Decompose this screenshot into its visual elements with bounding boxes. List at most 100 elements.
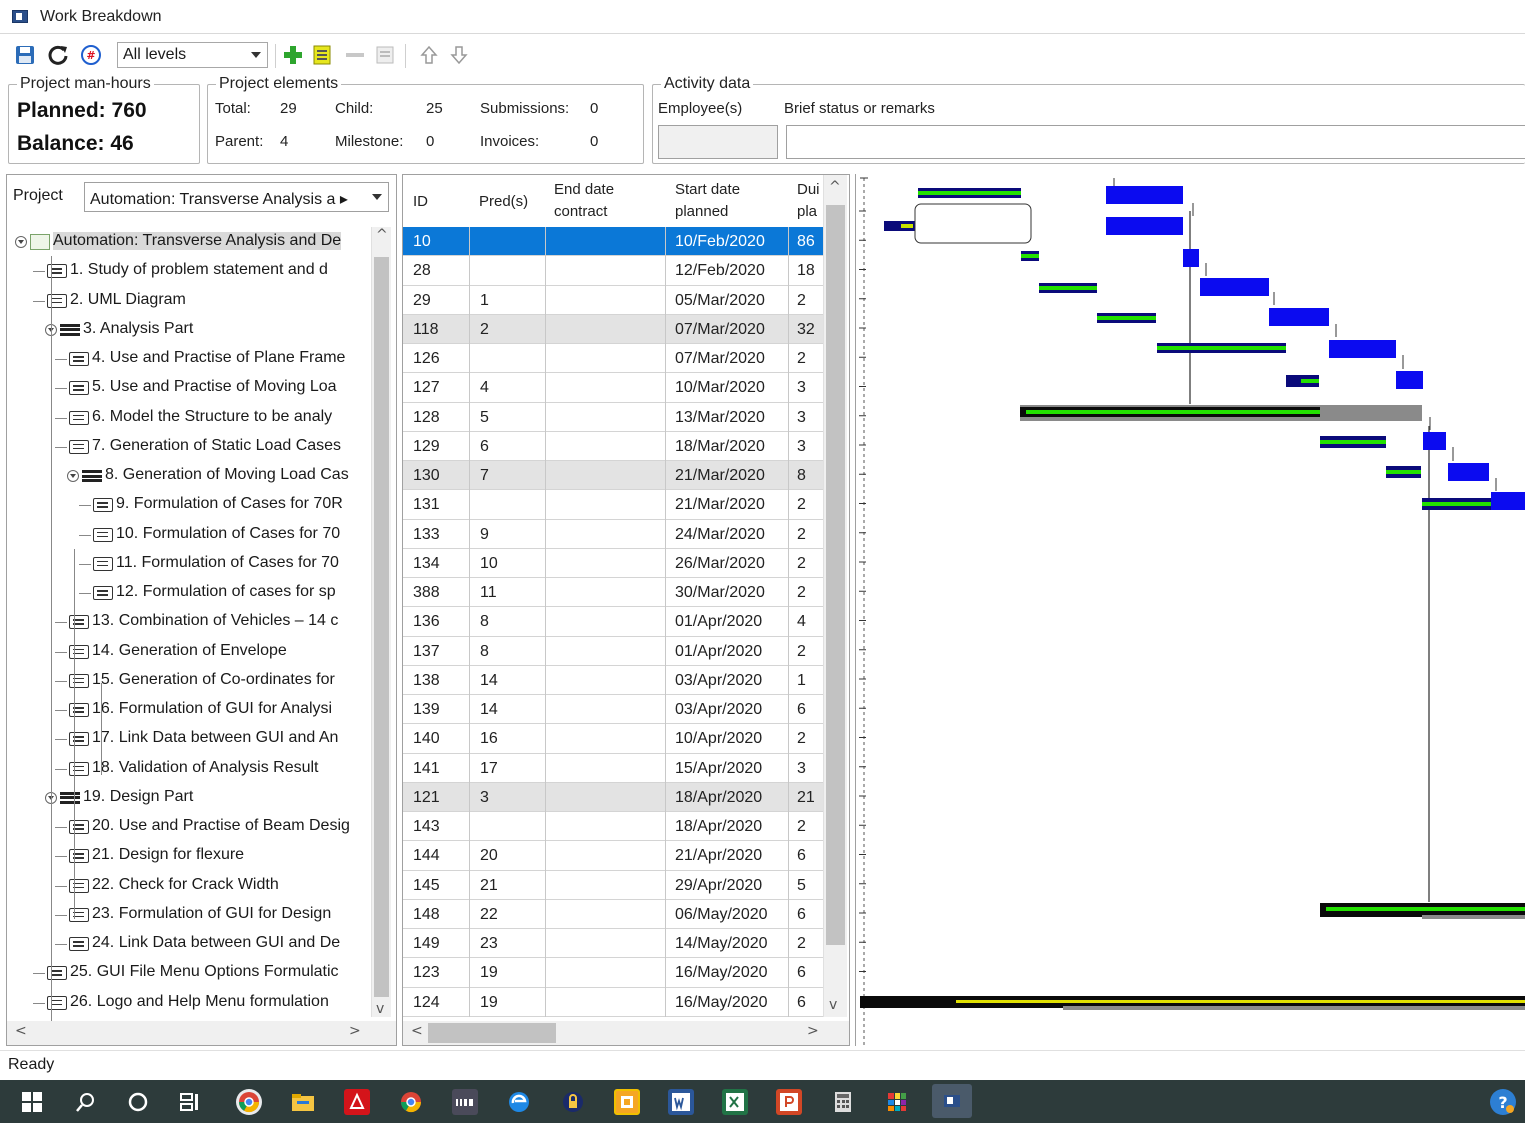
tree-item[interactable]: 13. Combination of Vehicles – 14 c [7,607,369,636]
cell-start[interactable]: 29/Apr/2020 [675,877,762,895]
cell-start[interactable]: 06/May/2020 [675,906,768,924]
cell-dur[interactable]: 2 [797,730,806,748]
cell-id[interactable]: 141 [413,760,440,778]
cell-pred[interactable]: 21 [480,877,498,895]
cell-start[interactable]: 14/May/2020 [675,935,768,953]
grid-scroll-thumb[interactable] [826,205,845,945]
cell-id[interactable]: 131 [413,496,440,514]
cell-start[interactable]: 10/Feb/2020 [675,233,765,251]
table-row[interactable]: 149 23 14/May/2020 2 [403,929,823,959]
cell-pred[interactable]: 1 [480,292,489,310]
cell-pred[interactable]: 8 [480,643,489,661]
cell-id[interactable]: 144 [413,847,440,865]
grid-hscroll-thumb[interactable] [428,1023,556,1043]
cell-id[interactable]: 388 [413,584,440,602]
cell-pred[interactable]: 20 [480,847,498,865]
cell-pred[interactable]: 23 [480,935,498,953]
cell-dur[interactable]: 2 [797,818,806,836]
cell-start[interactable]: 01/Apr/2020 [675,613,762,631]
cell-pred[interactable]: 16 [480,730,498,748]
table-row[interactable]: 137 8 01/Apr/2020 2 [403,637,823,666]
cell-dur[interactable]: 1 [797,672,806,690]
cell-dur[interactable]: 4 [797,613,806,631]
table-row[interactable]: 128 5 13/Mar/2020 3 [403,403,823,432]
live-icon[interactable] [452,1089,478,1115]
table-row[interactable]: 129 6 18/Mar/2020 3 [403,432,823,462]
table-row[interactable]: 121 3 18/Apr/2020 21 [403,782,823,813]
cell-id[interactable]: 29 [413,292,431,310]
scroll-down-icon[interactable]: v [376,1001,384,1017]
tree-item[interactable]: 11. Formulation of Cases for 70 [7,549,369,578]
cell-start[interactable]: 10/Mar/2020 [675,379,765,397]
level-filter-dropdown[interactable]: All levels [117,42,268,68]
cell-start[interactable]: 24/Mar/2020 [675,526,765,544]
cortana-icon[interactable] [125,1089,151,1115]
save-icon[interactable] [12,42,38,68]
cell-dur[interactable]: 2 [797,292,806,310]
cell-pred[interactable]: 5 [480,409,489,427]
renumber-icon[interactable]: # [78,42,104,68]
search-icon[interactable] [73,1089,99,1115]
cell-start[interactable]: 18/Mar/2020 [675,438,765,456]
cell-pred[interactable]: 19 [480,994,498,1012]
cell-start[interactable]: 16/May/2020 [675,964,768,982]
table-row[interactable]: 138 14 03/Apr/2020 1 [403,666,823,696]
tree-item[interactable]: 24. Link Data between GUI and De [7,929,369,958]
cell-pred[interactable]: 14 [480,701,498,719]
cell-id[interactable]: 126 [413,350,440,368]
chrome-alt-icon[interactable] [398,1089,424,1115]
tree-item[interactable]: 2. UML Diagram [7,286,369,315]
add-task-icon[interactable] [309,42,335,68]
col-header-end-2[interactable]: contract [554,201,607,223]
scroll-up-icon[interactable]: ^ [829,179,841,195]
tree-item[interactable]: 21. Design for flexure [7,841,369,870]
cell-start[interactable]: 05/Mar/2020 [675,292,765,310]
powerpoint-icon[interactable] [776,1089,802,1115]
cell-dur[interactable]: 5 [797,877,806,895]
file-explorer-icon[interactable] [290,1089,316,1115]
table-row[interactable]: 118 2 07/Mar/2020 32 [403,314,823,345]
table-row[interactable]: 144 20 21/Apr/2020 6 [403,841,823,871]
cell-pred[interactable]: 2 [480,321,489,339]
cell-id[interactable]: 139 [413,701,440,719]
tree-item[interactable]: 5. Use and Practise of Moving Loa [7,373,369,402]
table-row[interactable]: 127 4 10/Mar/2020 3 [403,373,823,403]
cell-start[interactable]: 07/Mar/2020 [675,350,765,368]
tree-item[interactable]: 18. Validation of Analysis Result [7,754,369,783]
table-row[interactable]: 131 21/Mar/2020 2 [403,490,823,520]
excel-icon[interactable] [722,1089,748,1115]
tree-item[interactable]: 17. Link Data between GUI and An [7,724,369,753]
outlook-icon[interactable] [614,1089,640,1115]
tree-item[interactable]: 23. Formulation of GUI for Design [7,900,369,929]
colorful-app-icon[interactable] [884,1089,910,1115]
cell-dur[interactable]: 6 [797,964,806,982]
tree-item[interactable]: 26. Logo and Help Menu formulation [7,988,369,1017]
cell-id[interactable]: 136 [413,613,440,631]
tree-item[interactable]: 16. Formulation of GUI for Analysi [7,695,369,724]
move-down-icon[interactable] [446,42,472,68]
tree-item[interactable]: 15. Generation of Co-ordinates for [7,666,369,695]
cell-pred[interactable]: 22 [480,906,498,924]
tree-root-item[interactable]: Automation: Transverse Analysis and De [7,227,369,256]
cell-start[interactable]: 13/Mar/2020 [675,409,765,427]
cell-start[interactable]: 26/Mar/2020 [675,555,765,573]
cell-id[interactable]: 145 [413,877,440,895]
cell-dur[interactable]: 2 [797,496,806,514]
outdent-icon[interactable] [372,42,398,68]
cell-dur[interactable]: 3 [797,409,806,427]
employees-field[interactable] [658,125,778,159]
col-header-start-1[interactable]: Start date [675,179,740,201]
table-row[interactable]: 10 10/Feb/2020 86 [403,227,823,257]
cell-dur[interactable]: 6 [797,701,806,719]
tree-item[interactable]: 9. Formulation of Cases for 70R [7,490,369,519]
cell-pred[interactable]: 7 [480,467,489,485]
tree-item[interactable]: 10. Formulation of Cases for 70 [7,520,369,549]
cell-dur[interactable]: 18 [797,262,815,280]
cell-start[interactable]: 12/Feb/2020 [675,262,765,280]
chrome-icon[interactable] [236,1089,262,1115]
cell-start[interactable]: 03/Apr/2020 [675,672,762,690]
tree-item[interactable]: 6. Model the Structure to be analy [7,403,369,432]
cell-pred[interactable]: 17 [480,760,498,778]
scroll-left-icon[interactable]: < [411,1023,423,1039]
cell-pred[interactable]: 10 [480,555,498,573]
